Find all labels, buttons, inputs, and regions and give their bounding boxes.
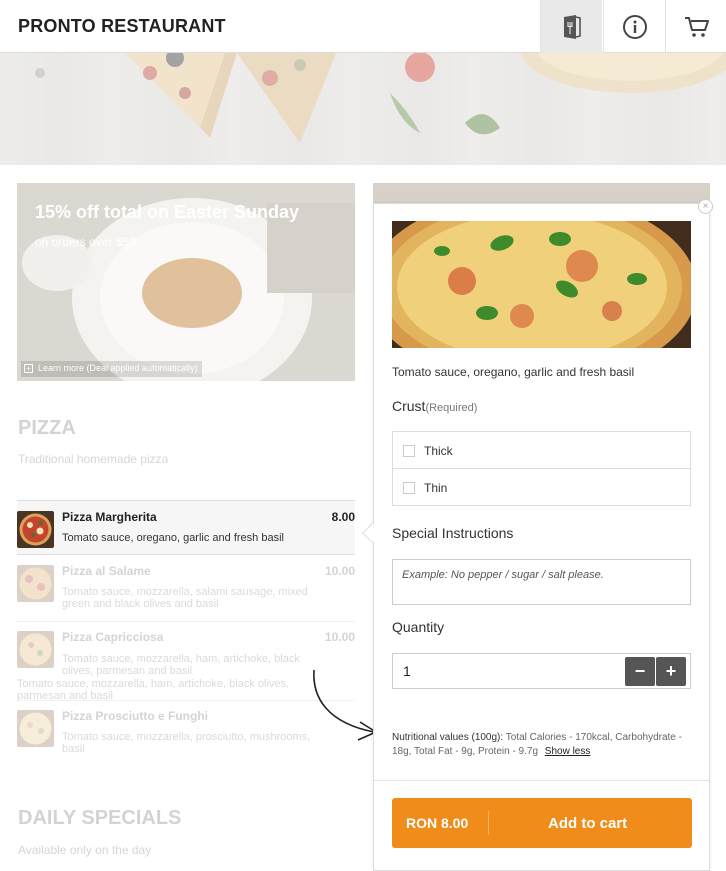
section-title-daily-specials: DAILY SPECIALS [18, 807, 182, 829]
checkbox[interactable] [403, 445, 415, 457]
special-instructions-field[interactable] [392, 559, 691, 605]
pizza-thumbnail [17, 631, 54, 668]
pizza-thumbnail [17, 511, 54, 548]
quantity-label: Quantity [392, 619, 445, 635]
section-subtitle-pizza: Traditional homemade pizza [18, 452, 169, 466]
crust-option-thin[interactable]: Thin [393, 469, 690, 506]
crust-label: Crust(Required) [392, 398, 478, 414]
nutrition-label: Nutritional values (100g): [392, 732, 504, 743]
cart-icon [683, 15, 711, 39]
promo-subtitle: on orders over $50 [35, 235, 136, 249]
quantity-value[interactable]: 1 [403, 663, 411, 679]
special-instructions-label: Special Instructions [392, 525, 514, 541]
pizza-photo [392, 221, 691, 348]
item-description: Tomato sauce, oregano, garlic and fresh … [392, 365, 635, 379]
section-subtitle-daily-specials: Available only on the day [18, 843, 152, 857]
promo-title: 15% off total on Easter Sunday [35, 202, 300, 222]
promo-learn-more-link[interactable]: + Learn more (Deal applied automatically… [21, 361, 202, 377]
add-to-cart-label: Add to cart [548, 815, 628, 832]
cart-button[interactable] [665, 0, 726, 53]
option-label: Thin [424, 481, 448, 495]
info-icon [622, 14, 648, 40]
option-label: Thick [424, 444, 453, 458]
menu-item-margherita[interactable]: Pizza Margherita 8.00 Tomato sauce, oreg… [17, 500, 355, 555]
crust-options: Thick Thin [392, 431, 691, 506]
menu-item-prosciutto[interactable]: Pizza Prosciutto e Funghi Tomato sauce, … [17, 700, 355, 765]
item-name: Pizza Prosciutto e Funghi [62, 709, 209, 723]
quantity-stepper[interactable]: 1 − + [392, 653, 691, 689]
menu-item-capricciosa[interactable]: Pizza Capricciosa 10.00 Tomato sauce, mo… [17, 622, 355, 702]
show-less-link[interactable]: Show less [545, 746, 591, 757]
side-image-strip [373, 183, 710, 203]
nutrition-info: Nutritional values (100g): Total Calorie… [392, 731, 692, 759]
item-description: Tomato sauce, mozzarella, prosciutto, mu… [62, 731, 311, 755]
item-price: 8.00 [331, 510, 355, 524]
menu-button[interactable] [540, 0, 602, 53]
required-note: (Required) [425, 402, 478, 414]
decrease-quantity-button[interactable]: − [625, 657, 655, 686]
hero-banner [0, 53, 726, 165]
info-button[interactable] [603, 0, 665, 53]
close-icon[interactable]: × [698, 199, 713, 214]
section-title-pizza: PIZZA [18, 417, 76, 439]
item-description: Tomato sauce, oregano, garlic and fresh … [62, 532, 284, 544]
pizza-thumbnail [17, 565, 54, 602]
menu-item-salame[interactable]: Pizza al Salame 10.00 Tomato sauce, mozz… [17, 556, 355, 621]
pizza-thumbnail [17, 710, 54, 747]
promo-card[interactable]: 15% off total on Easter Sunday on orders… [17, 183, 355, 381]
item-name: Pizza Margherita [62, 510, 157, 524]
item-description-continued: Tomato sauce, mozzarella, ham, artichoke… [17, 678, 290, 702]
cart-price: RON 8.00 [406, 815, 469, 831]
increase-quantity-button[interactable]: + [656, 657, 686, 686]
expand-icon: + [24, 364, 33, 373]
add-to-cart-button[interactable]: RON 8.00 Add to cart [392, 798, 692, 848]
item-price: 10.00 [324, 630, 355, 644]
checkbox[interactable] [403, 482, 415, 494]
restaurant-name[interactable]: PRONTO RESTAURANT [18, 16, 226, 37]
item-name: Pizza al Salame [62, 564, 151, 578]
menu-icon [561, 14, 583, 40]
divider [374, 780, 709, 781]
crust-option-thick[interactable]: Thick [393, 432, 690, 469]
item-name: Pizza Capricciosa [62, 630, 164, 644]
item-description: Tomato sauce, mozzarella, ham, artichoke… [62, 653, 300, 677]
header-bar: PRONTO RESTAURANT [0, 0, 726, 53]
item-description: Tomato sauce, mozzarella, salami sausage… [62, 586, 308, 610]
promo-learn-more-label: Learn more (Deal applied automatically) [38, 363, 198, 373]
item-price: 10.00 [324, 564, 355, 578]
